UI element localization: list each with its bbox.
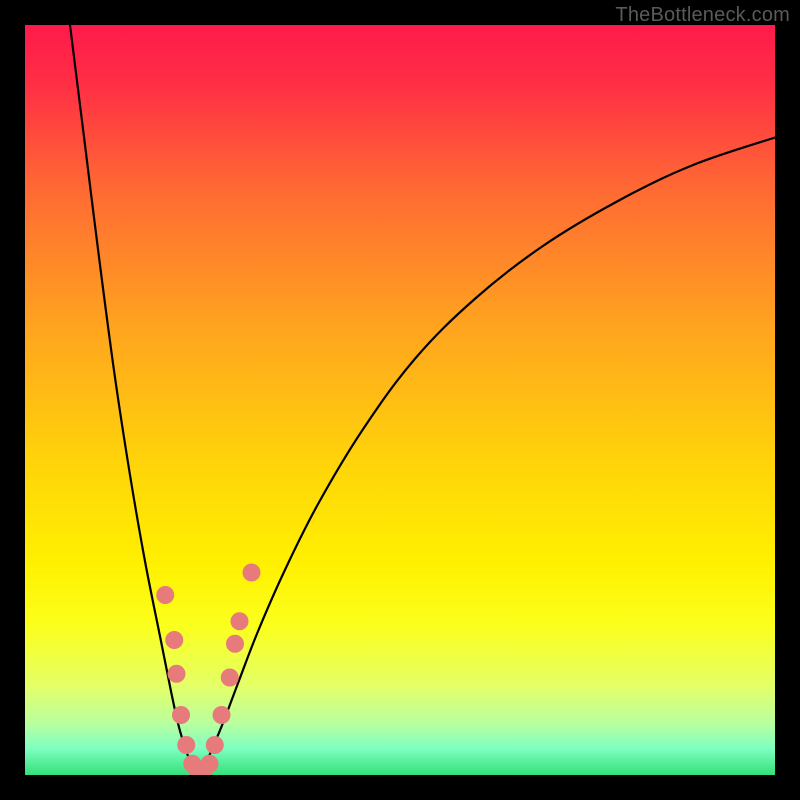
- marker-dot: [221, 669, 239, 687]
- marker-dot: [156, 586, 174, 604]
- plot-area: [25, 25, 775, 775]
- marker-dot: [226, 635, 244, 653]
- chart-frame: TheBottleneck.com: [0, 0, 800, 800]
- watermark-label: TheBottleneck.com: [615, 4, 790, 27]
- marker-dot: [172, 706, 190, 724]
- marker-dot: [231, 612, 249, 630]
- marker-dot: [168, 665, 186, 683]
- marker-dot: [213, 706, 231, 724]
- curve-right-branch: [198, 138, 776, 774]
- marker-dot: [243, 564, 261, 582]
- curve-left-branch: [70, 25, 198, 774]
- marker-dot: [201, 755, 219, 773]
- marker-group: [156, 564, 260, 776]
- marker-dot: [206, 736, 224, 754]
- curve-layer: [25, 25, 775, 775]
- marker-dot: [177, 736, 195, 754]
- marker-dot: [165, 631, 183, 649]
